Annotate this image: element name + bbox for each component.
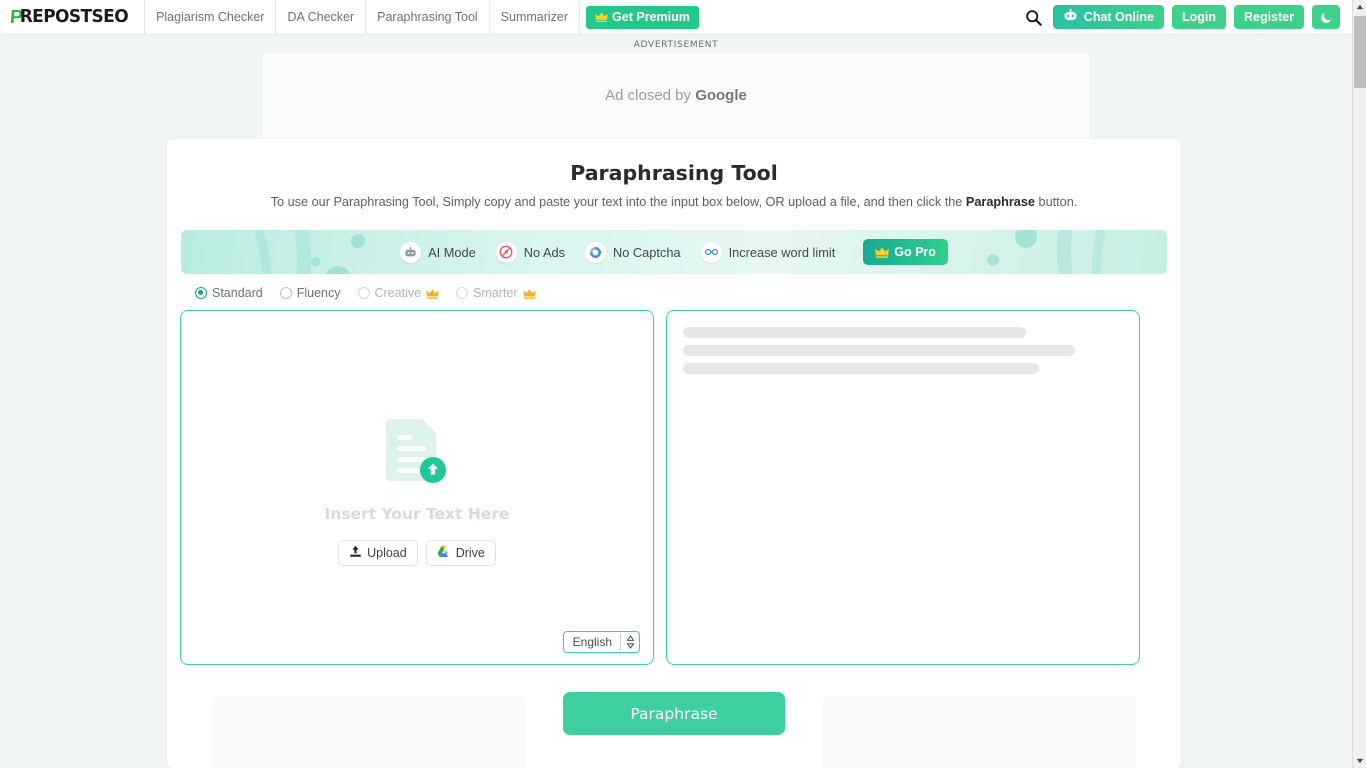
caret-down-icon[interactable] <box>1353 754 1366 768</box>
feature-no-ads: A No Ads <box>495 241 565 263</box>
captcha-shield-icon <box>585 241 606 263</box>
mode-option-standard[interactable]: Standard <box>195 286 263 300</box>
no-ads-icon: A <box>495 241 517 263</box>
banner-dot-4 <box>1015 230 1037 248</box>
logo-text: REPOSTSEO <box>19 5 129 27</box>
mode-label: Fluency <box>296 286 341 300</box>
paraphrase-button[interactable]: Paraphrase <box>563 692 785 735</box>
feature-ai-mode: AI Mode <box>400 241 476 263</box>
scrollbar-thumb[interactable] <box>1354 16 1366 88</box>
ad-closed-prefix: Ad closed by <box>605 87 696 104</box>
crown-icon <box>875 247 890 258</box>
banner-swoosh-right2 <box>1092 230 1167 274</box>
google-drive-icon <box>437 545 451 561</box>
feature-increase-word-limit: Increase word limit <box>700 241 836 263</box>
skeleton-line <box>683 327 1027 338</box>
mode-option-smarter[interactable]: Smarter <box>456 286 536 300</box>
banner-dot-1 <box>351 234 365 248</box>
updown-chevron-icon[interactable] <box>621 635 639 649</box>
nav-item-paraphrasing-tool[interactable]: Paraphrasing Tool <box>365 0 489 34</box>
robot-icon <box>400 241 422 263</box>
chat-online-label: Chat Online <box>1083 10 1154 24</box>
paraphrasing-tool-card: Paraphrasing Tool To use our Paraphrasin… <box>167 139 1181 768</box>
description-bold: Paraphrase <box>965 195 1035 209</box>
mode-radio-group: Standard Fluency Creative Smarter <box>195 286 1181 300</box>
feature-no-captcha: No Captcha <box>585 241 681 263</box>
mode-label: Creative <box>374 286 422 300</box>
advertisement-label: ADVERTISEMENT <box>633 40 719 50</box>
input-placeholder-zone: Insert Your Text Here Upload Drive <box>181 415 653 566</box>
advertisement-section: ADVERTISEMENT Ad closed by Google <box>0 35 1352 138</box>
banner-swoosh-left2 <box>181 230 271 274</box>
skeleton-line <box>683 345 1075 356</box>
mode-option-fluency[interactable]: Fluency <box>279 286 341 300</box>
site-header: P REPOSTSEO Plagiarism Checker DA Checke… <box>0 0 1352 35</box>
search-icon[interactable] <box>1023 6 1045 28</box>
svg-text:A: A <box>504 250 508 256</box>
infinity-icon <box>700 241 722 263</box>
banner-dot-3 <box>325 266 351 274</box>
description-suffix: button. <box>1034 195 1078 209</box>
input-panel[interactable]: Insert Your Text Here Upload Drive Engli… <box>180 310 654 665</box>
robot-icon <box>1063 8 1078 25</box>
language-select[interactable]: English <box>562 631 640 653</box>
upload-buttons-row: Upload Drive <box>338 540 496 566</box>
mode-label: Standard <box>212 286 263 300</box>
caret-up-icon[interactable] <box>1353 0 1366 14</box>
mode-option-creative[interactable]: Creative <box>357 286 440 300</box>
upload-label: Upload <box>367 546 407 560</box>
action-row: Paraphrase <box>167 684 1181 768</box>
drive-label: Drive <box>455 546 485 560</box>
go-pro-label: Go Pro <box>894 245 936 259</box>
feature-label: No Ads <box>523 244 565 260</box>
drive-button[interactable]: Drive <box>425 540 496 566</box>
browser-scrollbar[interactable] <box>1352 0 1366 768</box>
upload-icon <box>349 545 362 561</box>
main-navigation: Plagiarism Checker DA Checker Paraphrasi… <box>144 0 581 34</box>
ad-slot: Ad closed by Google <box>262 53 1090 138</box>
crown-icon <box>426 288 439 299</box>
go-pro-button[interactable]: Go Pro <box>863 239 948 265</box>
editor-panels: Insert Your Text Here Upload Drive Engli… <box>180 310 1168 665</box>
radio-standard[interactable] <box>195 287 207 299</box>
description-prefix: To use our Paraphrasing Tool, Simply cop… <box>270 195 966 209</box>
header-actions: Chat Online Login Register <box>1023 5 1352 29</box>
feature-banner: AI Mode A No Ads No Captcha Increase wor… <box>181 230 1167 274</box>
document-upload-icon[interactable] <box>386 415 448 487</box>
page-description: To use our Paraphrasing Tool, Simply cop… <box>167 195 1181 209</box>
upload-button[interactable]: Upload <box>338 540 418 566</box>
chat-online-button[interactable]: Chat Online <box>1052 5 1164 29</box>
action-side-panel-left <box>212 696 526 768</box>
radio-creative[interactable] <box>357 287 370 299</box>
radio-fluency[interactable] <box>279 287 292 299</box>
page-title: Paraphrasing Tool <box>570 161 778 185</box>
radio-smarter[interactable] <box>456 287 469 299</box>
output-panel[interactable] <box>666 310 1140 665</box>
feature-label: Increase word limit <box>728 244 836 260</box>
mode-label: Smarter <box>473 286 518 300</box>
skeleton-line <box>683 363 1040 374</box>
crown-icon <box>522 288 536 299</box>
nav-item-plagiarism-checker[interactable]: Plagiarism Checker <box>144 0 275 34</box>
banner-dot-5 <box>987 254 999 266</box>
output-skeleton-loader <box>667 311 1139 374</box>
get-premium-button[interactable]: Get Premium <box>586 5 699 29</box>
feature-label: AI Mode <box>428 244 476 260</box>
site-logo[interactable]: P REPOSTSEO <box>0 0 144 34</box>
nav-item-da-checker[interactable]: DA Checker <box>275 0 365 34</box>
ad-google-brand: Google <box>695 87 747 104</box>
banner-dot-2 <box>311 257 320 266</box>
language-value: English <box>572 635 612 649</box>
register-button[interactable]: Register <box>1233 5 1304 29</box>
action-side-panel-right <box>822 696 1136 768</box>
get-premium-label: Get Premium <box>612 10 690 24</box>
insert-text-placeholder: Insert Your Text Here <box>324 505 510 523</box>
ad-closed-message: Ad closed by Google <box>605 87 747 104</box>
crown-icon <box>595 12 608 22</box>
dark-mode-toggle[interactable] <box>1312 5 1340 29</box>
nav-item-summarizer[interactable]: Summarizer <box>488 0 581 34</box>
login-button[interactable]: Login <box>1171 5 1226 29</box>
feature-label: No Captcha <box>613 244 681 260</box>
